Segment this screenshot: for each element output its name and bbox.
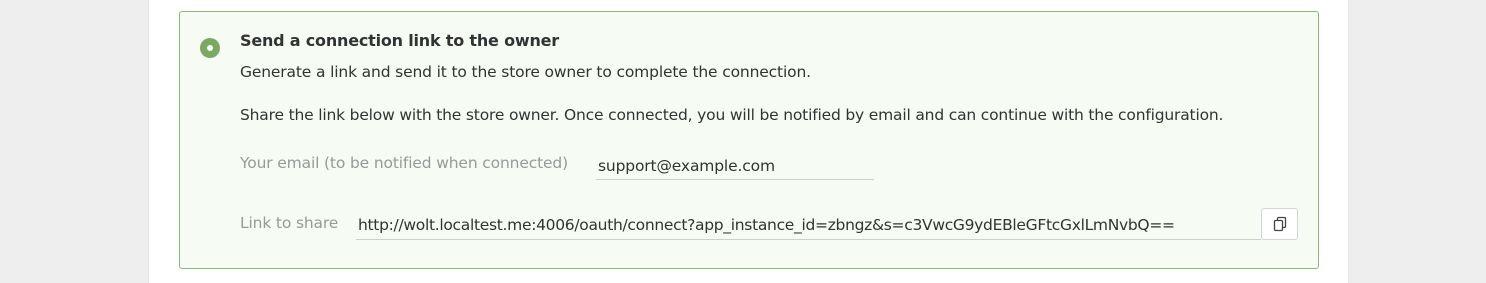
- email-field[interactable]: [596, 152, 874, 180]
- share-instructions: Share the link below with the store owne…: [240, 106, 1224, 124]
- email-field-label: Your email (to be notified when connecte…: [240, 154, 568, 172]
- option-description: Generate a link and send it to the store…: [240, 63, 811, 81]
- share-link-field[interactable]: [356, 210, 1261, 240]
- option-radio-selected[interactable]: [200, 38, 220, 58]
- connection-link-option-card[interactable]: Send a connection link to the owner Gene…: [179, 11, 1319, 269]
- copy-icon: [1273, 216, 1286, 232]
- link-field-label: Link to share: [240, 214, 339, 232]
- option-title: Send a connection link to the owner: [240, 31, 559, 50]
- copy-link-button[interactable]: [1261, 208, 1298, 240]
- page-content: Send a connection link to the owner Gene…: [148, 0, 1349, 283]
